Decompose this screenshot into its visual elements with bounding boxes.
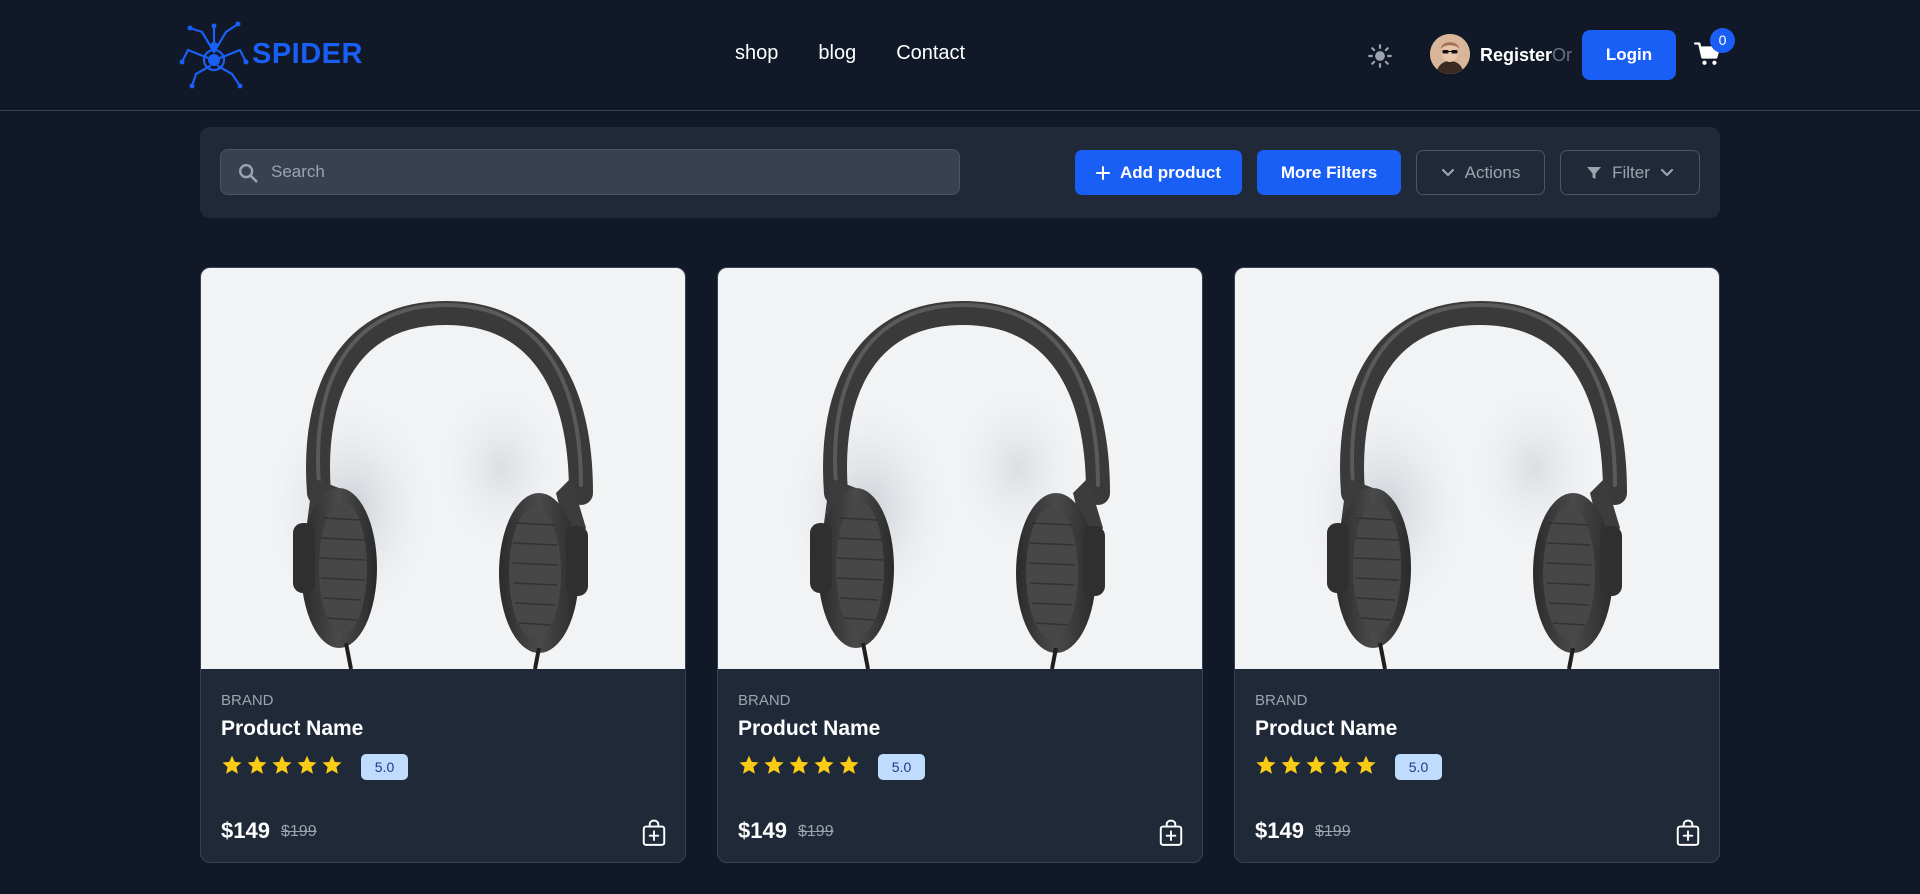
search-input[interactable]	[271, 150, 951, 194]
filter-dropdown-button[interactable]: Filter	[1560, 150, 1700, 195]
main-nav: shop blog Contact	[735, 42, 965, 65]
logo-text: SPIDER	[252, 37, 363, 70]
product-brand: BRAND	[1255, 692, 1308, 709]
plus-icon	[1095, 165, 1110, 180]
star-icon	[739, 755, 759, 774]
product-price: $149	[221, 818, 270, 843]
chevron-down-icon	[1660, 168, 1673, 176]
product-old-price: $199	[281, 823, 317, 840]
product-old-price: $199	[798, 823, 834, 840]
product-image[interactable]	[201, 268, 685, 670]
nav-link-shop[interactable]: shop	[735, 42, 778, 65]
star-icon	[1331, 755, 1351, 774]
star-icon	[1356, 755, 1376, 774]
cart-count-badge: 0	[1710, 28, 1735, 53]
nav-link-contact[interactable]: Contact	[896, 42, 965, 65]
star-rating	[221, 754, 343, 776]
product-brand: BRAND	[221, 692, 274, 709]
rating-badge: 5.0	[361, 754, 408, 780]
more-filters-button[interactable]: More Filters	[1257, 150, 1401, 195]
more-filters-label: More Filters	[1280, 162, 1378, 182]
star-icon	[222, 755, 242, 774]
product-brand: BRAND	[738, 692, 791, 709]
register-link[interactable]: Register	[1480, 45, 1552, 66]
star-icon	[1306, 755, 1326, 774]
star-icon	[1256, 755, 1276, 774]
product-name[interactable]: Product Name	[1255, 717, 1397, 741]
product-card[interactable]: BRAND Product Name 5.0 $149 $199	[717, 267, 1203, 863]
product-card[interactable]: BRAND Product Name 5.0 $149 $199	[1234, 267, 1720, 863]
actions-label: Actions	[1464, 162, 1521, 182]
star-icon	[297, 755, 317, 774]
star-icon	[814, 755, 834, 774]
star-icon	[322, 755, 342, 774]
product-toolbar: Add product More Filters Actions Filter	[200, 127, 1720, 218]
add-product-label: Add product	[1119, 162, 1222, 182]
add-to-cart-bag-icon[interactable]	[641, 819, 667, 847]
spider-logo-icon	[179, 21, 249, 89]
star-rating	[1255, 754, 1377, 776]
star-icon	[789, 755, 809, 774]
top-navbar: SPIDER shop blog Contact Register Or Log…	[0, 0, 1920, 111]
star-icon	[764, 755, 784, 774]
star-icon	[247, 755, 267, 774]
sun-icon[interactable]	[1367, 43, 1393, 69]
funnel-icon	[1587, 166, 1602, 179]
product-name[interactable]: Product Name	[738, 717, 880, 741]
star-icon	[1281, 755, 1301, 774]
search-box[interactable]	[220, 149, 960, 195]
actions-dropdown-button[interactable]: Actions	[1416, 150, 1545, 195]
product-card[interactable]: BRAND Product Name 5.0 $149 $199	[200, 267, 686, 863]
star-rating	[738, 754, 860, 776]
product-price: $149	[1255, 818, 1304, 843]
user-avatar[interactable]	[1430, 34, 1470, 74]
star-icon	[272, 755, 292, 774]
nav-link-blog[interactable]: blog	[818, 42, 856, 65]
product-old-price: $199	[1315, 823, 1351, 840]
add-product-button[interactable]: Add product	[1075, 150, 1242, 195]
product-image[interactable]	[1235, 268, 1719, 670]
product-name[interactable]: Product Name	[221, 717, 363, 741]
search-icon	[239, 164, 258, 183]
chevron-down-icon	[1441, 168, 1454, 176]
product-image[interactable]	[718, 268, 1202, 670]
star-icon	[839, 755, 859, 774]
filter-label: Filter	[1612, 162, 1650, 182]
brand-logo[interactable]: SPIDER	[178, 18, 363, 90]
rating-badge: 5.0	[1395, 754, 1442, 780]
rating-badge: 5.0	[878, 754, 925, 780]
or-separator: Or	[1552, 45, 1572, 65]
login-button[interactable]: Login	[1582, 30, 1676, 80]
add-to-cart-bag-icon[interactable]	[1158, 819, 1184, 847]
product-price: $149	[738, 818, 787, 843]
add-to-cart-bag-icon[interactable]	[1675, 819, 1701, 847]
